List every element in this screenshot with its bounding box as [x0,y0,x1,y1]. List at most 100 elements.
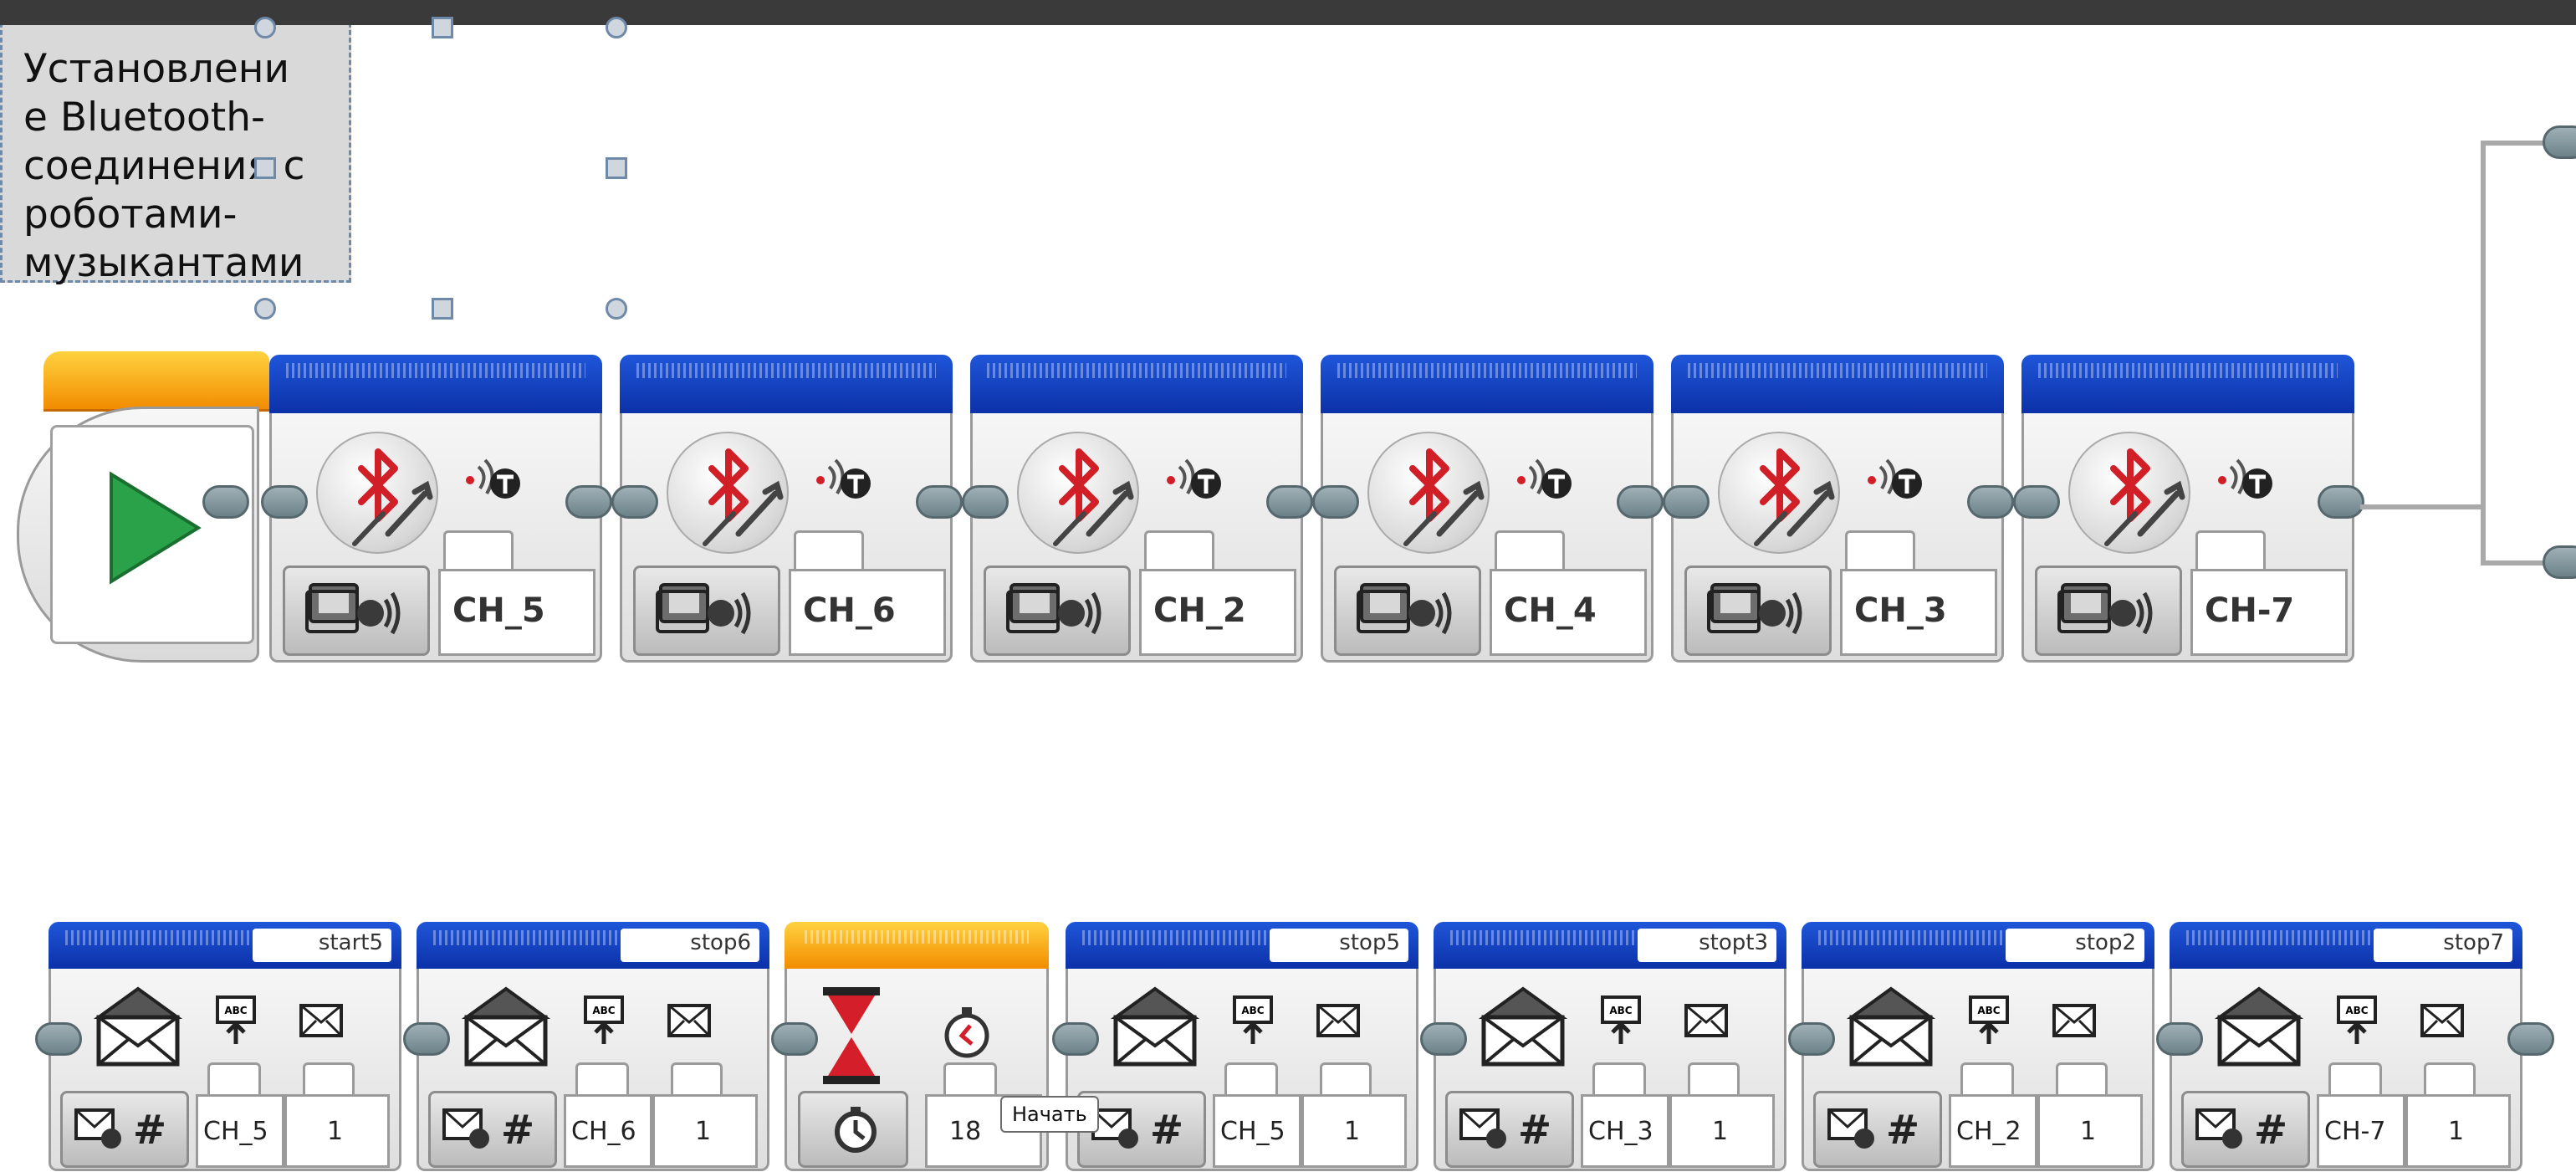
receiver-name-field[interactable]: CH-7 [2317,1094,2405,1168]
sequence-out-port[interactable] [1617,485,1664,519]
sequence-in-port[interactable] [1663,485,1710,519]
message-title-field[interactable]: stop6 [621,929,759,962]
bluetooth-connection-block[interactable]: CH_4 [1321,355,1653,663]
receiver-tab[interactable] [1592,1062,1646,1098]
message-value-field[interactable]: 1 [1669,1094,1775,1168]
sequence-in-port[interactable] [2156,1022,2203,1056]
receiver-name-field[interactable]: CH_2 [1949,1094,2037,1168]
connection-name-field[interactable]: CH_2 [1139,569,1296,656]
value-tab[interactable] [303,1062,355,1098]
mode-selector-button[interactable] [2035,566,2182,656]
mode-selector-button[interactable] [633,566,780,656]
receiver-tab[interactable] [575,1062,629,1098]
connection-name-field[interactable]: CH_6 [789,569,946,656]
message-value-field[interactable]: 1 [2037,1094,2143,1168]
resize-handle[interactable] [432,17,453,38]
block-header[interactable] [2021,355,2354,416]
receiver-tab[interactable] [2328,1062,2382,1098]
mode-selector-button[interactable]: # [2181,1091,2310,1168]
block-header[interactable] [1321,355,1653,416]
sequence-in-port[interactable] [261,485,308,519]
mode-selector-button[interactable]: # [60,1091,189,1168]
sequence-in-port[interactable] [1420,1022,1467,1056]
value-tab[interactable] [1320,1062,1372,1098]
sequence-in-port[interactable] [1788,1022,1835,1056]
message-title-field[interactable]: stop5 [1270,929,1408,962]
sequence-in-port[interactable] [611,485,658,519]
message-value-field[interactable]: 1 [2405,1094,2511,1168]
message-value-field[interactable]: 1 [284,1094,390,1168]
sequence-out-port[interactable] [916,485,963,519]
message-value-field[interactable]: 1 [652,1094,758,1168]
bluetooth-connection-block[interactable]: CH_2 [970,355,1303,663]
block-header[interactable] [620,355,953,416]
branch-input-port[interactable] [2543,545,2576,579]
bluetooth-connection-block[interactable]: CH_3 [1671,355,2004,663]
sequence-in-port[interactable] [35,1022,82,1056]
mode-selector-button[interactable] [1684,566,1832,656]
receiver-name-field[interactable]: CH_6 [564,1094,652,1168]
receiver-name-field[interactable]: CH_5 [196,1094,284,1168]
sequence-out-port[interactable] [1266,485,1313,519]
sequence-in-port[interactable] [1312,485,1359,519]
seconds-tab[interactable] [943,1062,997,1098]
resize-handle[interactable] [254,157,276,179]
message-send-block[interactable]: stopt3 ABC # CH_3 1 [1434,922,1786,1171]
sequence-in-port[interactable] [403,1022,450,1056]
receiver-tab[interactable] [1224,1062,1278,1098]
resize-handle[interactable] [254,17,276,38]
branch-input-port[interactable] [2543,125,2576,159]
mode-selector-button[interactable]: # [428,1091,557,1168]
message-title-field[interactable]: stop2 [2006,929,2144,962]
comment-box[interactable]: Установлени е Bluetooth- соединения с ро… [0,0,2576,286]
resize-handle[interactable] [606,17,627,38]
mode-selector-button[interactable]: # [1445,1091,1574,1168]
sequence-out-port[interactable] [202,485,249,519]
mode-selector-button[interactable] [283,566,430,656]
message-send-block[interactable]: stop7 ABC # CH-7 1 [2170,922,2522,1171]
sequence-out-port[interactable] [2318,485,2364,519]
sequence-out-port[interactable] [1967,485,2014,519]
value-tab[interactable] [2056,1062,2108,1098]
value-tab[interactable] [1688,1062,1740,1098]
receiver-name-field[interactable]: CH_5 [1213,1094,1301,1168]
comment-title-bar[interactable] [0,0,2576,25]
message-title-field[interactable]: stopt3 [1638,929,1776,962]
start-button[interactable] [50,425,254,644]
sequence-out-port[interactable] [2507,1022,2554,1056]
value-tab[interactable] [671,1062,723,1098]
connection-name-field[interactable]: CH_3 [1840,569,1997,656]
bluetooth-connection-block[interactable]: CH-7 [2021,355,2354,663]
sequence-in-port[interactable] [771,1022,818,1056]
resize-handle[interactable] [606,298,627,320]
message-title-field[interactable]: stop7 [2374,929,2512,962]
bluetooth-connection-block[interactable]: CH_5 [269,355,602,663]
block-header[interactable] [1671,355,2004,416]
receiver-tab[interactable] [1960,1062,2014,1098]
connection-name-field[interactable]: CH-7 [2190,569,2348,656]
sequence-out-port[interactable] [565,485,612,519]
bluetooth-connection-block[interactable]: CH_6 [620,355,953,663]
value-tab[interactable] [2424,1062,2476,1098]
mode-selector-button[interactable] [984,566,1131,656]
message-title-field[interactable]: start5 [253,929,391,962]
message-value-field[interactable]: 1 [1301,1094,1407,1168]
receiver-tab[interactable] [207,1062,261,1098]
block-header[interactable] [269,355,602,416]
mode-selector-button[interactable] [798,1091,908,1168]
sequence-in-port[interactable] [962,485,1009,519]
message-send-block[interactable]: stop2 ABC # CH_2 1 [1802,922,2154,1171]
sequence-in-port[interactable] [2013,485,2060,519]
block-header[interactable] [970,355,1303,416]
resize-handle[interactable] [254,298,276,320]
wait-timer-block[interactable]: 18 [785,922,1049,1171]
mode-selector-button[interactable] [1334,566,1481,656]
block-header[interactable] [785,922,1049,971]
message-send-block[interactable]: stop5 ABC # CH_5 1 [1066,922,1418,1171]
receiver-name-field[interactable]: CH_3 [1581,1094,1669,1168]
connection-name-field[interactable]: CH_5 [438,569,595,656]
resize-handle[interactable] [432,298,453,320]
connection-name-field[interactable]: CH_4 [1490,569,1647,656]
mode-selector-button[interactable]: # [1813,1091,1942,1168]
message-send-block[interactable]: start5 ABC # CH_5 1 [49,922,401,1171]
